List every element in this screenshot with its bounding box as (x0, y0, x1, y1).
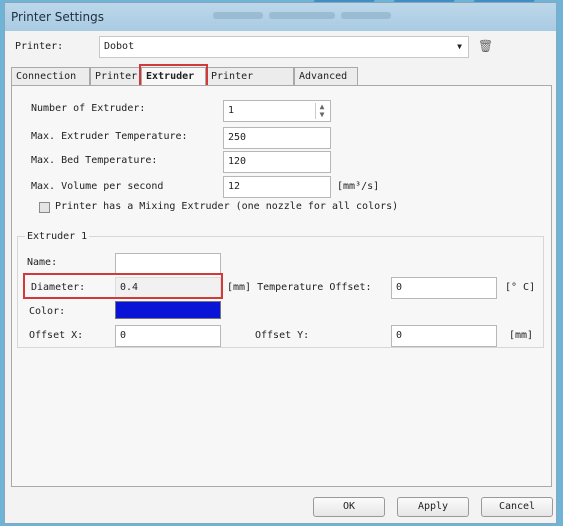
printer-select[interactable]: Dobot ▼ (99, 36, 469, 58)
apply-button[interactable]: Apply (397, 497, 469, 517)
diameter-unit-and-temp-offset-label: [mm] Temperature Offset: (227, 282, 372, 293)
printer-settings-window: Printer Settings Printer: Dobot ▼ 🗑 Conn… (4, 2, 557, 524)
offset-x-label: Offset X: (29, 330, 84, 341)
chevron-down-icon: ▼ (457, 42, 462, 51)
tab-label: Connection (16, 71, 77, 82)
title-blurred-text (213, 12, 263, 19)
max-bed-temp-input[interactable]: 120 (223, 151, 331, 173)
tab-printer-shape[interactable]: Printer Shape (206, 67, 294, 100)
title-bar[interactable]: Printer Settings (5, 3, 556, 31)
title-blurred-text (269, 12, 335, 19)
tab-printer[interactable]: Printer (90, 67, 141, 85)
num-extruder-spinbox[interactable]: 1 ▲ ▼ (223, 100, 331, 122)
name-input[interactable] (115, 253, 221, 275)
ok-button[interactable]: OK (313, 497, 385, 517)
diameter-highlight (23, 273, 223, 299)
num-extruder-value: 1 (228, 105, 235, 116)
temp-offset-unit: [° C] (505, 282, 536, 293)
num-extruder-label: Number of Extruder: (31, 103, 146, 114)
tab-advanced[interactable]: Advanced (294, 67, 358, 85)
name-label: Name: (27, 257, 58, 268)
tab-label: Advanced (299, 71, 348, 82)
spinner-arrows-icon[interactable]: ▲ ▼ (315, 103, 328, 119)
color-label: Color: (29, 306, 66, 317)
max-volume-label: Max. Volume per second (31, 181, 164, 192)
mixing-extruder-checkbox[interactable] (39, 202, 50, 213)
title-blurred-text (341, 12, 391, 19)
offset-unit: [mm] (509, 330, 534, 341)
printer-label: Printer: (15, 41, 64, 52)
max-extruder-temp-input[interactable]: 250 (223, 127, 331, 149)
color-swatch-button[interactable] (115, 301, 221, 319)
printer-select-value: Dobot (104, 41, 135, 52)
temp-offset-input[interactable]: 0 (391, 277, 497, 299)
trash-icon[interactable]: 🗑 (478, 39, 493, 53)
offset-x-input[interactable]: 0 (115, 325, 221, 347)
offset-y-input[interactable]: 0 (391, 325, 497, 347)
tab-label: Printer (95, 71, 138, 82)
mixing-extruder-label: Printer has a Mixing Extruder (one nozzl… (55, 201, 399, 212)
max-volume-unit: [mm³/s] (337, 181, 380, 192)
offset-y-label: Offset Y: (255, 330, 310, 341)
max-extruder-temp-label: Max. Extruder Temperature: (31, 131, 188, 142)
cancel-button[interactable]: Cancel (481, 497, 553, 517)
max-bed-temp-label: Max. Bed Temperature: (31, 155, 158, 166)
extruder1-group-title: Extruder 1 (25, 231, 90, 242)
tab-connection[interactable]: Connection (11, 67, 90, 85)
window-title: Printer Settings (11, 10, 104, 24)
max-volume-input[interactable]: 12 (223, 176, 331, 198)
